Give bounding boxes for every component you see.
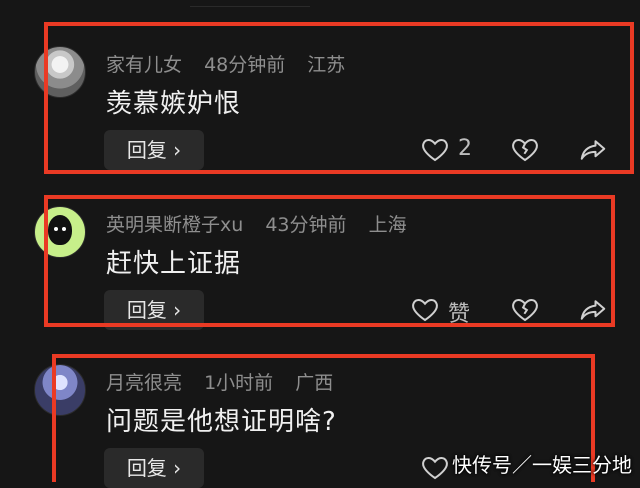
comment-item: 家有儿女 48分钟前 江苏 羡慕嫉妒恨 回复 › 2 [0, 0, 640, 170]
comment-item: 月亮很亮 1小时前 广西 问题是他想证明啥? 回复 › [0, 318, 640, 488]
comment-location: 江苏 [307, 54, 346, 76]
avatar[interactable] [34, 206, 86, 258]
username[interactable]: 英明果断橙子xu [106, 214, 243, 236]
comment-item: 英明果断橙子xu 43分钟前 上海 赶快上证据 回复 › 赞 [0, 160, 640, 330]
comment-meta: 英明果断橙子xu 43分钟前 上海 [106, 210, 423, 237]
comment-text: 赶快上证据 [106, 249, 242, 279]
comment-time: 43分钟前 [265, 214, 347, 236]
avatar[interactable] [34, 364, 86, 416]
heart-icon[interactable] [420, 453, 450, 483]
username[interactable]: 月亮很亮 [106, 372, 182, 394]
like-count: 2 [458, 136, 472, 161]
comment-location: 广西 [295, 372, 334, 394]
comment-location: 上海 [368, 214, 407, 236]
comment-time: 1小时前 [204, 372, 274, 394]
avatar[interactable] [34, 46, 86, 98]
comment-text: 羡慕嫉妒恨 [106, 89, 242, 119]
username[interactable]: 家有儿女 [106, 54, 182, 76]
comment-text: 问题是他想证明啥? [106, 407, 337, 437]
comment-meta: 家有儿女 48分钟前 江苏 [106, 50, 361, 77]
comment-time: 48分钟前 [204, 54, 286, 76]
watermark: 快传号／一娱三分地 [452, 453, 632, 477]
comment-meta: 月亮很亮 1小时前 广西 [106, 368, 349, 395]
